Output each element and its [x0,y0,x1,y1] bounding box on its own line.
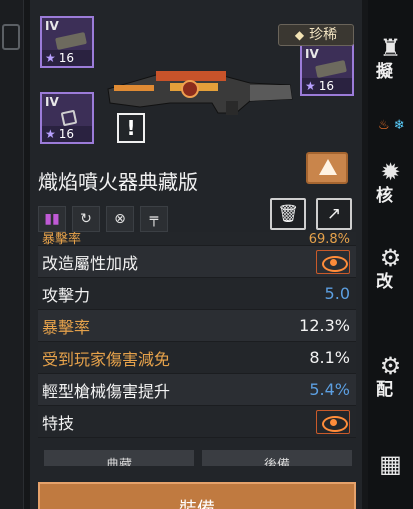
mod-part-icon [55,32,87,50]
reload-icon: ↻ [72,206,100,232]
gun-icon: ╤ [140,206,168,232]
stat-label: 改造屬性加成 [42,253,139,273]
stat-row-partial: 暴擊率 69.8% [38,232,356,246]
skill-row: 特技 [38,406,356,438]
mod-slot-3[interactable]: IV ★ 16 [40,92,94,144]
mod-slot-2[interactable]: IV ★ 16 [300,44,354,96]
modify-bonus-row: 改造屬性加成 [38,246,356,278]
mod-tier: IV [305,47,319,61]
menu-label: 改 [376,272,393,292]
equip-button[interactable]: 裝備 [38,482,356,509]
core-icon: ✹ [380,158,401,186]
ammo-icon: ▮▮ [38,206,66,232]
element-icons: ♨ ❄ [378,118,405,133]
weapon-name: 熾焰噴火器典藏版 [38,170,198,194]
stat-value: 5.0 [324,284,350,303]
diamond-icon: ◆ [294,28,305,42]
eye-icon[interactable] [316,249,350,274]
mod-level: ★ 16 [42,126,92,142]
star-icon: ★ [305,79,316,93]
stat-label: 攻擊力 [42,285,91,305]
mod-part-icon [60,109,78,127]
mod-level: ★ 16 [42,50,92,66]
tab-reserve[interactable]: 後備 [202,450,352,466]
stat-row: 輕型槍械傷害提升 5.4% [38,374,356,406]
stat-row: 受到玩家傷害減免 8.1% [38,342,356,374]
stat-row: 暴擊率 12.3% [38,310,356,342]
mod-part-icon [315,60,347,78]
alert-icon[interactable]: ! [117,113,145,143]
mod-level: ★ 16 [302,78,352,94]
menu-label: 配 [376,380,393,400]
mod-level-value: 16 [58,51,75,65]
bottom-tabs: 典藏 後備 [44,450,352,466]
stat-row: 攻擊力 5.0 [38,278,356,310]
stat-label: 輕型槍械傷害提升 [42,381,171,401]
menu-item-simulate[interactable]: ♜ 擬 [368,34,413,82]
mod-slot-1[interactable]: IV ★ 16 [40,16,94,68]
stat-value: 5.4% [309,380,350,399]
eye-icon[interactable] [316,409,350,434]
menu-label: 擬 [376,62,393,82]
mod-level-value: 16 [58,127,75,141]
export-icon: ↗ [326,204,342,224]
crosshair-icon: ⊗ [106,206,134,232]
stat-value: 12.3% [299,316,350,335]
right-side-menu: ♜ 擬 ♨ ❄ ✹ 核 ⚙ 改 ⚙ 配 ▦ [368,0,413,509]
shield-icon [2,24,20,50]
stat-label: 暴擊率 [42,317,91,337]
delete-button[interactable]: 🗑 [270,198,306,230]
stat-value: 8.1% [309,348,350,367]
left-side-strip [0,0,24,509]
rarity-label: 珍稀 [309,27,338,43]
robot-icon: ♜ [379,34,402,62]
menu-item-modify[interactable]: ⚙ 改 [368,244,413,292]
stats-list[interactable]: 暴擊率 69.8% 改造屬性加成 攻擊力 5.0 暴擊率 12.3% 受到玩家傷… [38,232,356,442]
star-icon: ★ [45,127,56,141]
stat-value: 69.8% [308,232,350,247]
trash-icon: 🗑 [277,204,299,224]
rank-up-button[interactable] [306,152,348,184]
star-icon: ★ [45,51,56,65]
menu-label: 核 [376,186,393,206]
mod-tier: IV [45,95,59,109]
share-button[interactable]: ↗ [316,198,352,230]
stat-label: 暴擊率 [42,232,82,247]
mod-tier: IV [45,19,59,33]
mod-level-value: 16 [318,79,335,93]
tab-collection[interactable]: 典藏 [44,450,194,466]
stat-label: 受到玩家傷害減免 [42,349,171,369]
menu-item-more[interactable]: ▦ [368,450,413,478]
fire-icon: ♨ [378,118,390,133]
menu-item-config[interactable]: ⚙ 配 [368,352,413,400]
gear-icon: ⚙ [379,352,402,380]
wrench-icon: ⚙ [379,244,402,272]
grid-icon: ▦ [379,450,402,478]
frost-icon: ❄ [393,118,405,133]
menu-item-core[interactable]: ✹ 核 [368,158,413,206]
stat-label: 特技 [42,413,75,433]
rarity-badge: ◆ 珍稀 [278,24,354,46]
